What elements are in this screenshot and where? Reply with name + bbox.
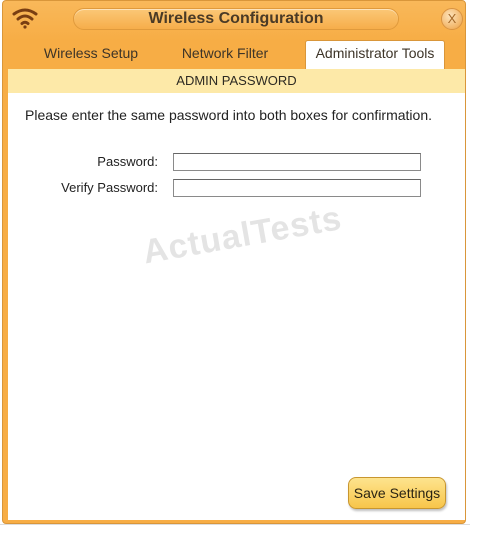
bottom-divider xyxy=(0,524,470,525)
admin-tools-panel: ADMIN PASSWORD Please enter the same pas… xyxy=(8,69,465,520)
watermark: ActualTests xyxy=(140,199,345,272)
window-title: Wireless Configuration xyxy=(148,10,324,27)
wifi-icon xyxy=(12,8,38,29)
password-input[interactable] xyxy=(173,153,421,171)
password-label: Password: xyxy=(97,154,158,169)
tab-network-filter[interactable]: Network Filter xyxy=(175,41,275,68)
wireless-config-window: Wireless Configuration X Wireless Setup … xyxy=(2,0,466,524)
save-settings-button[interactable]: Save Settings xyxy=(348,477,446,509)
close-button[interactable]: X xyxy=(441,8,463,30)
instruction-text: Please enter the same password into both… xyxy=(25,107,432,123)
title-bar: Wireless Configuration xyxy=(73,8,399,30)
verify-password-label: Verify Password: xyxy=(61,180,158,195)
section-header: ADMIN PASSWORD xyxy=(8,69,465,93)
tab-wireless-setup[interactable]: Wireless Setup xyxy=(39,41,143,68)
close-icon: X xyxy=(447,11,457,26)
tab-administrator-tools[interactable]: Administrator Tools xyxy=(305,40,445,70)
verify-password-input[interactable] xyxy=(173,179,421,197)
